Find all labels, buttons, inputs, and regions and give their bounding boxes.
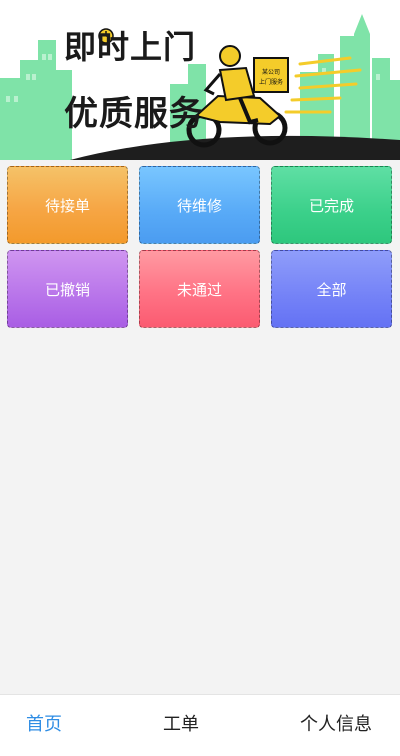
tile-rejected[interactable]: 未通过 <box>139 250 260 328</box>
tile-pending-accept[interactable]: 待接单 <box>7 166 128 244</box>
banner-slogan-line2: 优质服务 <box>64 94 204 134</box>
bottom-tab-bar: 首页 工单 个人信息 <box>0 694 400 756</box>
tab-profile[interactable]: 个人信息 <box>300 710 372 736</box>
hero-banner: 某公司 上门服务 即时上门 优质服务 <box>0 0 400 160</box>
svg-text:上门服务: 上门服务 <box>259 78 283 86</box>
tile-cancelled[interactable]: 已撤销 <box>7 250 128 328</box>
order-status-grid: 待接单 待维修 已完成 已撤销 未通过 全部 <box>7 166 393 328</box>
road-icon <box>70 135 400 160</box>
tab-home[interactable]: 首页 <box>26 710 62 736</box>
banner-illustration: 某公司 上门服务 <box>0 14 400 160</box>
banner-slogan-line1: 即时上门 <box>64 28 197 66</box>
tile-pending-repair[interactable]: 待维修 <box>139 166 260 244</box>
svg-text:某公司: 某公司 <box>262 69 280 76</box>
tile-completed[interactable]: 已完成 <box>271 166 392 244</box>
tile-all[interactable]: 全部 <box>271 250 392 328</box>
tab-work-orders[interactable]: 工单 <box>163 710 199 736</box>
